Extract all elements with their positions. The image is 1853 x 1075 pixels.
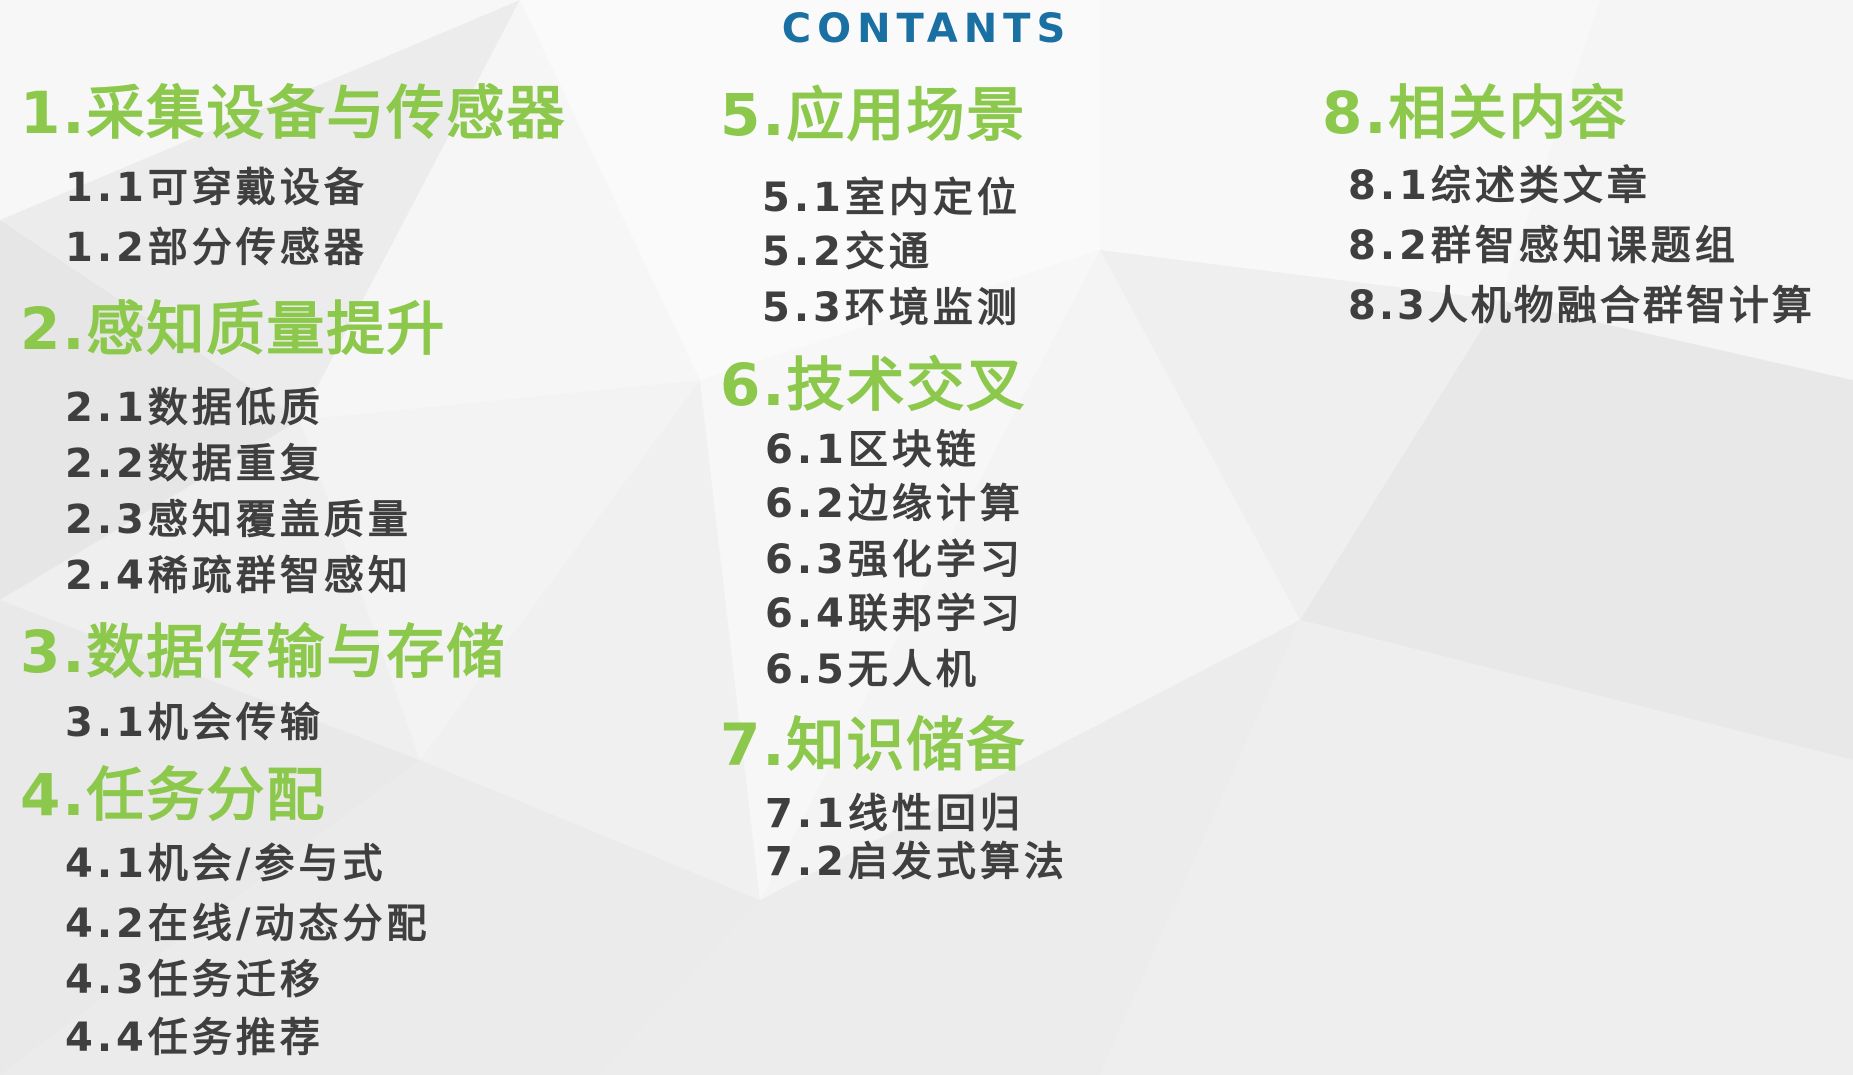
section-heading[interactable]: 7.知识储备 [720,716,1026,774]
section-item[interactable]: 1.1可穿戴设备 [65,168,368,208]
section-item[interactable]: 4.3任务迁移 [65,960,324,1000]
section-item[interactable]: 5.1室内定位 [762,178,1021,218]
section-item[interactable]: 6.1区块链 [765,430,980,470]
section-item[interactable]: 2.2数据重复 [65,444,324,484]
section-item[interactable]: 6.2边缘计算 [765,484,1024,524]
section-item[interactable]: 6.3强化学习 [765,540,1024,580]
section-heading[interactable]: 8.相关内容 [1322,84,1628,142]
section-item[interactable]: 2.1数据低质 [65,388,324,428]
section-item[interactable]: 4.2在线/动态分配 [65,904,430,944]
section-heading[interactable]: 5.应用场景 [720,86,1026,144]
section-heading[interactable]: 2.感知质量提升 [20,300,446,358]
section-item[interactable]: 7.2启发式算法 [765,842,1068,882]
section-heading[interactable]: 6.技术交叉 [720,356,1026,414]
section-item[interactable]: 7.1线性回归 [765,794,1024,834]
section-item[interactable]: 3.1机会传输 [65,703,324,743]
section-item[interactable]: 1.2部分传感器 [65,228,368,268]
section-item[interactable]: 8.1综述类文章 [1348,166,1651,206]
section-heading[interactable]: 1.采集设备与传感器 [20,84,566,142]
section-item[interactable]: 4.4任务推荐 [65,1018,324,1058]
section-item[interactable]: 6.4联邦学习 [765,594,1024,634]
page-title: CONTANTS [781,6,1072,52]
section-item[interactable]: 6.5无人机 [765,650,980,690]
section-heading[interactable]: 3.数据传输与存储 [20,623,506,681]
section-item[interactable]: 5.2交通 [762,232,933,272]
section-item[interactable]: 8.2群智感知课题组 [1348,226,1739,266]
section-item[interactable]: 8.3人机物融合群智计算 [1348,286,1815,326]
section-item[interactable]: 2.4稀疏群智感知 [65,556,412,596]
section-item[interactable]: 2.3感知覆盖质量 [65,500,412,540]
section-heading[interactable]: 4.任务分配 [20,766,326,824]
section-item[interactable]: 4.1机会/参与式 [65,844,386,884]
section-item[interactable]: 5.3环境监测 [762,288,1021,328]
